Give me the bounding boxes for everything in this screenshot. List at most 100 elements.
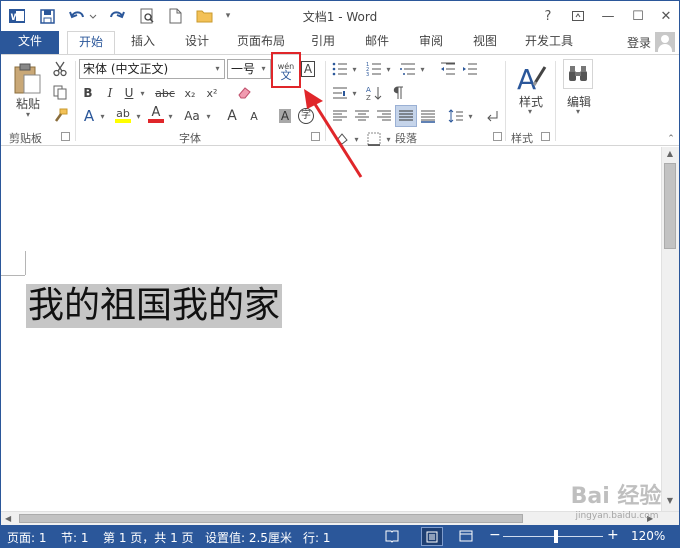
highlight-dropdown-icon[interactable]: ▾ [133,106,143,126]
font-name-dropdown-icon[interactable]: ▾ [211,60,224,78]
subscript-button[interactable]: x₂ [181,83,199,103]
status-page-of[interactable]: 第 1 页，共 1 页 [103,529,194,546]
collapse-ribbon-icon[interactable]: ⌃ [665,133,677,145]
horizontal-scroll-thumb[interactable] [19,514,523,523]
increase-indent-icon[interactable] [461,59,479,79]
grow-font-button[interactable]: A [223,106,241,126]
tab-review[interactable]: 审阅 [411,31,451,54]
styles-icon[interactable]: A [513,59,549,95]
vertical-scrollbar[interactable]: ▲ ▼ [661,147,679,511]
line-spacing-icon[interactable] [447,106,465,126]
font-color-button[interactable]: A [147,105,165,125]
superscript-button[interactable]: x² [203,83,221,103]
shading-dropdown-icon[interactable]: ▾ [351,129,361,149]
styles-dropdown-icon[interactable]: ▾ [523,107,537,116]
highlight-button[interactable]: ab [113,105,133,125]
bold-button[interactable]: B [79,83,97,103]
tab-design[interactable]: 设计 [177,31,217,54]
web-layout-icon[interactable] [459,529,475,544]
shading-icon[interactable] [333,129,351,149]
change-case-button[interactable]: Aa [181,106,203,126]
text-effects-button[interactable]: A [81,106,97,126]
show-marks-icon[interactable] [389,83,407,103]
minimize-button[interactable]: — [595,6,621,26]
underline-button[interactable]: U [121,83,137,103]
decrease-indent-icon[interactable] [439,59,457,79]
align-left-icon[interactable] [331,106,349,126]
font-size-dropdown-icon[interactable]: ▾ [257,60,270,78]
binoculars-icon[interactable] [563,59,593,89]
zoom-out-icon[interactable]: − [489,527,501,543]
font-size-combo[interactable]: 一号 ▾ [227,59,271,79]
chinese-layout-dropdown-icon[interactable]: ▾ [349,83,359,103]
strikethrough-button[interactable]: abc [153,83,177,103]
align-right-icon[interactable] [375,106,393,126]
clipboard-launcher-icon[interactable] [61,132,70,141]
cut-icon[interactable] [49,59,71,79]
shrink-font-button[interactable]: A [245,106,263,126]
justify-icon[interactable] [395,105,417,127]
maximize-button[interactable]: ☐ [625,6,651,26]
multilevel-list-dropdown-icon[interactable]: ▾ [417,59,427,79]
borders-dropdown-icon[interactable]: ▾ [383,129,393,149]
status-page[interactable]: 页面: 1 [7,529,47,546]
styles-launcher-icon[interactable] [541,132,550,141]
line-spacing-dropdown-icon[interactable]: ▾ [465,106,475,126]
chinese-layout-icon[interactable] [331,83,349,103]
underline-dropdown-icon[interactable]: ▾ [137,83,147,103]
ribbon-display-button[interactable] [565,6,591,26]
font-name-combo[interactable]: 宋体 (中文正文) ▾ [79,59,225,79]
avatar[interactable] [655,32,675,52]
paragraph-launcher-icon[interactable] [493,132,502,141]
paste-icon[interactable] [9,59,45,97]
format-painter-icon[interactable] [49,105,71,125]
paste-dropdown-icon[interactable]: ▾ [21,110,35,119]
scroll-up-icon[interactable]: ▲ [665,150,675,158]
italic-button[interactable]: I [101,83,119,103]
document-text[interactable]: 我的祖国我的家 [26,284,283,328]
status-setting[interactable]: 设置值: 2.5厘米 [205,529,292,546]
numbering-icon[interactable]: 123 [365,59,383,79]
bullets-icon[interactable] [331,59,349,79]
tab-developer[interactable]: 开发工具 [517,31,581,54]
tab-page-layout[interactable]: 页面布局 [229,31,293,54]
zoom-in-icon[interactable]: + [607,527,619,543]
tab-references[interactable]: 引用 [303,31,343,54]
font-color-dropdown-icon[interactable]: ▾ [165,106,175,126]
sort-icon[interactable]: AZ [365,83,383,103]
help-button[interactable]: ? [535,6,561,26]
tab-home[interactable]: 开始 [67,31,115,55]
character-border-button[interactable]: A [299,59,317,79]
text-effects-dropdown-icon[interactable]: ▾ [97,106,107,126]
distributed-icon[interactable] [419,106,437,126]
zoom-slider-thumb[interactable] [554,530,558,543]
document-canvas[interactable]: 我的祖国我的家 [1,147,661,511]
clear-formatting-icon[interactable] [233,83,257,103]
enclose-characters-button[interactable]: 字 [297,106,315,126]
tab-view[interactable]: 视图 [465,31,505,54]
tab-file[interactable]: 文件 [1,31,59,54]
zoom-level[interactable]: 120% [631,529,665,543]
change-case-dropdown-icon[interactable]: ▾ [203,106,213,126]
vertical-scroll-thumb[interactable] [664,163,676,249]
character-shading-button[interactable]: A [277,106,293,126]
editing-dropdown-icon[interactable]: ▾ [571,107,585,116]
status-line[interactable]: 行: 1 [303,529,331,546]
scroll-left-icon[interactable]: ◀ [5,514,13,523]
borders-icon[interactable] [365,129,383,149]
align-center-icon[interactable] [353,106,371,126]
status-section[interactable]: 节: 1 [61,529,89,546]
login-link[interactable]: 登录 [627,34,651,51]
paragraph-spacing-icon[interactable] [483,106,501,126]
multilevel-list-icon[interactable] [399,59,417,79]
bullets-dropdown-icon[interactable]: ▾ [349,59,359,79]
print-layout-icon[interactable] [421,527,443,546]
tab-insert[interactable]: 插入 [123,31,163,54]
zoom-slider[interactable] [503,536,603,537]
tab-mailings[interactable]: 邮件 [357,31,397,54]
numbering-dropdown-icon[interactable]: ▾ [383,59,393,79]
read-mode-icon[interactable] [385,529,401,544]
copy-icon[interactable] [49,82,71,102]
font-launcher-icon[interactable] [311,132,320,141]
close-button[interactable]: ✕ [653,6,679,26]
